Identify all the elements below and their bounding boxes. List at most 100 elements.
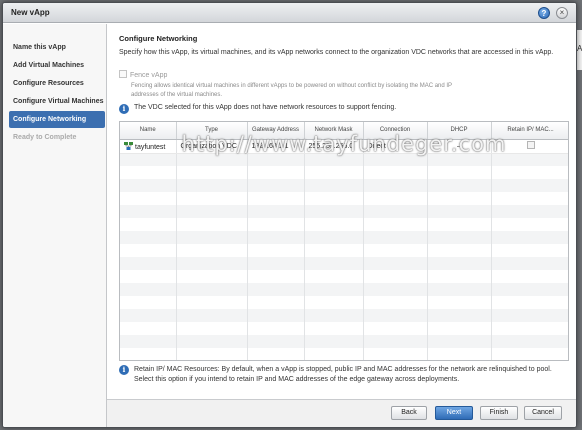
fence-description: Fencing allows identical virtual machine…: [131, 83, 452, 98]
networks-table: Name Type Gateway Address Network Mask C…: [119, 121, 569, 361]
empty-table-row: [120, 257, 568, 270]
empty-cell: [491, 218, 568, 231]
empty-cell: [120, 335, 177, 348]
wizard-steps: Name this vApp Add Virtual Machines Conf…: [3, 24, 107, 427]
table-row[interactable]: tayfuntest Organization VDC 192.168.1.1 …: [120, 139, 568, 154]
empty-cell: [176, 270, 248, 283]
empty-cell: [491, 296, 568, 309]
cancel-button[interactable]: Cancel: [524, 406, 562, 420]
empty-cell: [427, 231, 492, 244]
close-icon[interactable]: ×: [556, 7, 568, 19]
step-add-virtual-machines[interactable]: Add Virtual Machines: [9, 57, 105, 74]
empty-table-row: [120, 283, 568, 296]
empty-table-row: [120, 348, 568, 360]
step-configure-resources[interactable]: Configure Resources: [9, 75, 105, 92]
help-icon[interactable]: ?: [538, 7, 550, 19]
retain-resources-note: i Retain IP/ MAC Resources: By default, …: [119, 365, 571, 385]
empty-cell: [491, 179, 568, 192]
empty-cell: [176, 335, 248, 348]
empty-cell: [176, 322, 248, 335]
info-icon: i: [119, 104, 129, 114]
empty-cell: [491, 153, 568, 166]
empty-cell: [491, 335, 568, 348]
empty-cell: [120, 166, 177, 179]
dialog-title: New vApp: [11, 8, 50, 17]
empty-cell: [176, 257, 248, 270]
empty-cell: [247, 270, 305, 283]
fence-vapp-label: Fence vApp: [130, 72, 168, 79]
finish-button[interactable]: Finish: [480, 406, 518, 420]
empty-cell: [304, 296, 364, 309]
fence-vapp-checkbox[interactable]: [119, 70, 127, 78]
empty-cell: [363, 205, 428, 218]
column-header-type[interactable]: Type: [176, 122, 248, 140]
empty-cell: [120, 244, 177, 257]
empty-cell: [304, 283, 364, 296]
column-header-dhcp[interactable]: DHCP: [427, 122, 492, 140]
empty-table-row: [120, 179, 568, 192]
empty-cell: [491, 205, 568, 218]
empty-table-row: [120, 205, 568, 218]
empty-cell: [176, 348, 248, 360]
step-configure-virtual-machines[interactable]: Configure Virtual Machines: [9, 93, 105, 110]
empty-table-row: [120, 244, 568, 257]
empty-cell: [247, 348, 305, 360]
empty-cell: [120, 296, 177, 309]
empty-cell: [120, 218, 177, 231]
empty-cell: [363, 296, 428, 309]
cell-name: tayfuntest: [120, 139, 177, 154]
empty-cell: [491, 166, 568, 179]
empty-cell: [120, 153, 177, 166]
empty-cell: [363, 270, 428, 283]
empty-table-row: [120, 166, 568, 179]
empty-cell: [363, 309, 428, 322]
empty-table-row: [120, 192, 568, 205]
empty-cell: [363, 348, 428, 360]
step-configure-networking[interactable]: Configure Networking: [9, 111, 105, 128]
empty-cell: [427, 348, 492, 360]
back-button[interactable]: Back: [391, 406, 427, 420]
cell-retain: [491, 139, 568, 154]
empty-cell: [120, 348, 177, 360]
empty-cell: [304, 166, 364, 179]
network-icon: [124, 141, 133, 150]
empty-cell: [176, 179, 248, 192]
empty-cell: [247, 322, 305, 335]
empty-cell: [427, 322, 492, 335]
empty-cell: [427, 335, 492, 348]
empty-cell: [247, 231, 305, 244]
next-button[interactable]: Next: [435, 406, 473, 420]
new-vapp-dialog: New vApp ? × Name this vApp Add Virtual …: [2, 2, 577, 428]
page-description: Specify how this vApp, its virtual machi…: [119, 49, 554, 56]
empty-cell: [247, 309, 305, 322]
empty-cell: [363, 231, 428, 244]
empty-cell: [363, 166, 428, 179]
fence-vapp-option: Fence vApp: [119, 70, 167, 79]
step-name-this-vapp[interactable]: Name this vApp: [9, 39, 105, 56]
empty-cell: [427, 205, 492, 218]
empty-cell: [304, 205, 364, 218]
empty-table-row: [120, 231, 568, 244]
retain-ip-mac-checkbox[interactable]: [526, 141, 535, 149]
empty-cell: [427, 270, 492, 283]
empty-cell: [120, 205, 177, 218]
column-header-network-mask[interactable]: Network Mask: [304, 122, 364, 140]
column-header-name[interactable]: Name: [120, 122, 177, 140]
empty-cell: [120, 231, 177, 244]
empty-cell: [363, 257, 428, 270]
empty-cell: [176, 231, 248, 244]
empty-cell: [176, 283, 248, 296]
network-name: tayfuntest: [135, 143, 166, 151]
empty-table-row: [120, 335, 568, 348]
column-header-retain-ip-mac[interactable]: Retain IP/ MAC...: [491, 122, 568, 140]
column-header-gateway-address[interactable]: Gateway Address: [247, 122, 305, 140]
empty-cell: [120, 283, 177, 296]
column-header-connection[interactable]: Connection: [363, 122, 428, 140]
empty-cell: [120, 192, 177, 205]
cell-type: Organization VDC: [176, 139, 248, 154]
empty-cell: [304, 218, 364, 231]
empty-cell: [427, 153, 492, 166]
step-ready-to-complete: Ready to Complete: [13, 134, 77, 141]
cell-connection[interactable]: Direct: [363, 139, 428, 154]
empty-cell: [491, 322, 568, 335]
